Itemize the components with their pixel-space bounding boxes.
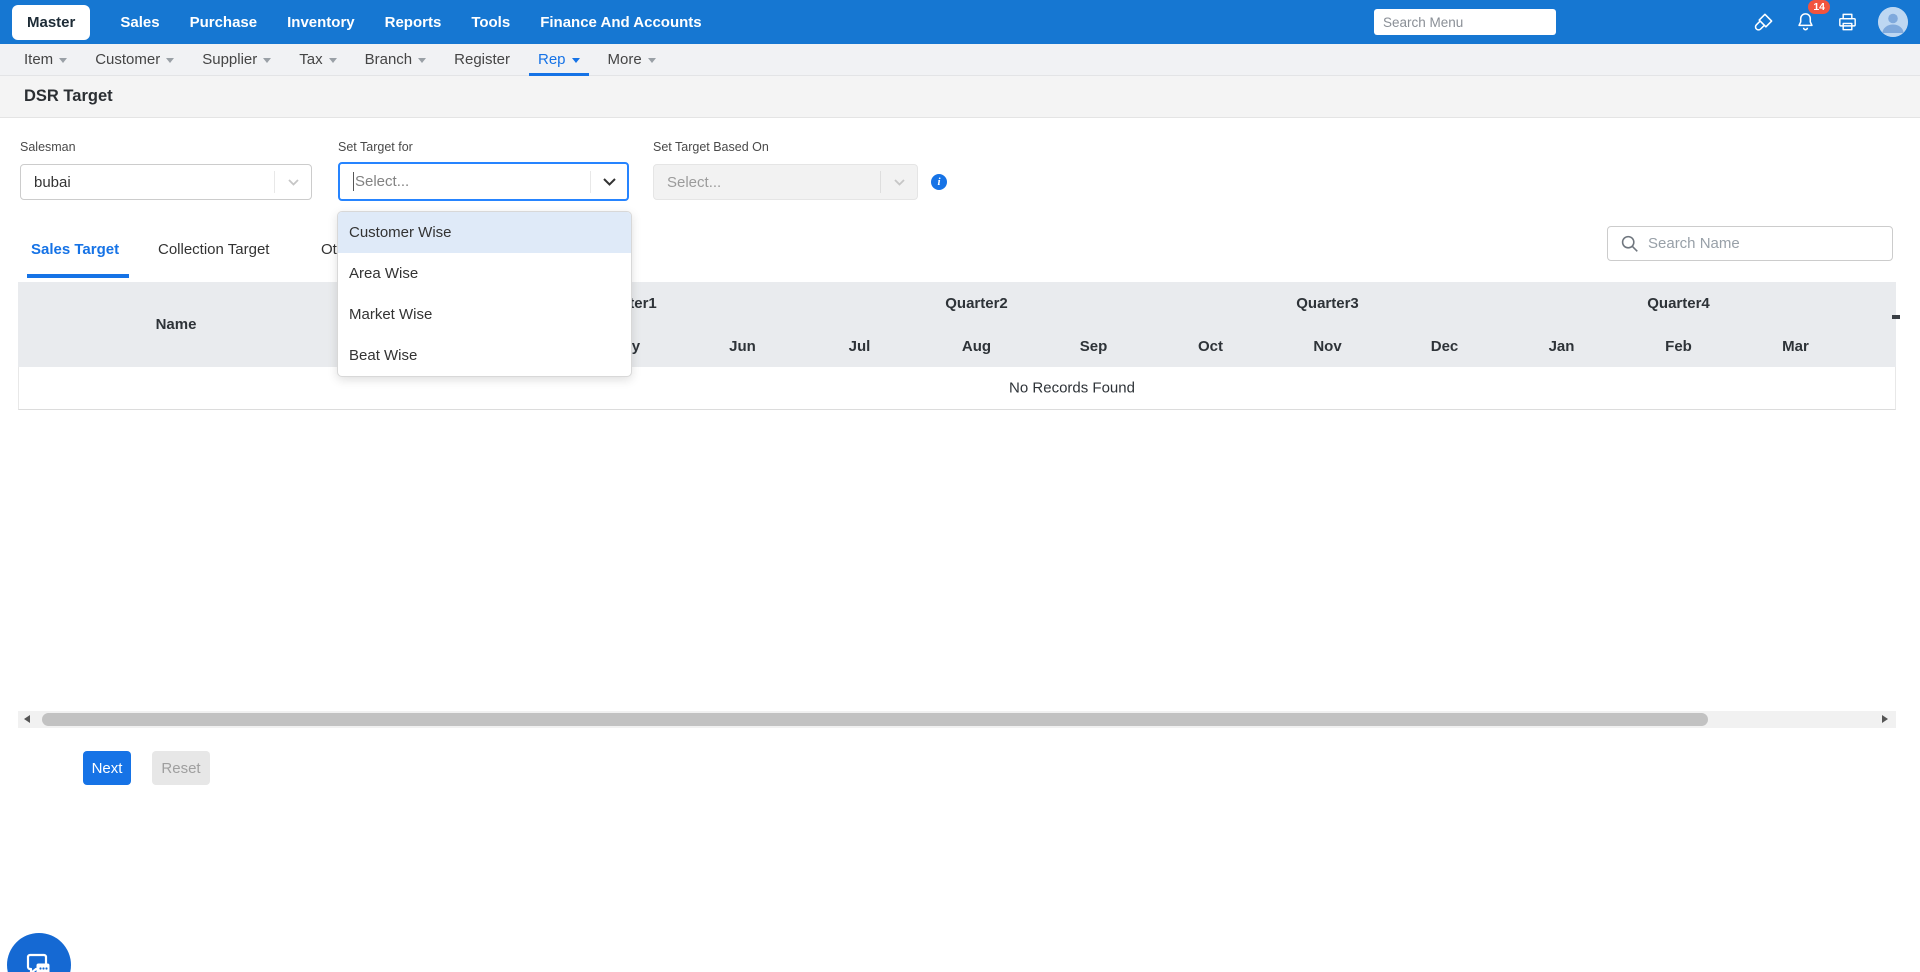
bell-icon[interactable]: 14 xyxy=(1794,0,1830,34)
chevron-down-icon xyxy=(275,178,311,186)
set-target-based-on-label: Set Target Based On xyxy=(653,140,769,154)
salesman-select[interactable]: bubai xyxy=(20,164,312,200)
set-target-for-select[interactable]: Select... xyxy=(338,162,629,201)
nav-item-tools[interactable]: Tools xyxy=(471,14,510,31)
subnav-item-label: Rep xyxy=(538,51,566,68)
chevron-down-icon xyxy=(881,178,917,186)
salesman-label: Salesman xyxy=(20,140,76,154)
active-tab-underline xyxy=(27,274,129,278)
column-header-quarter3: Quarter3 xyxy=(1296,295,1359,312)
sub-navigation: Item Customer Supplier Tax Branch Regist… xyxy=(0,44,1920,76)
nav-item-inventory[interactable]: Inventory xyxy=(287,14,355,31)
subnav-item-label: Tax xyxy=(299,51,323,68)
set-target-for-dropdown-menu: Customer Wise Area Wise Market Wise Beat… xyxy=(337,211,632,377)
chevron-down-icon xyxy=(647,58,656,63)
subnav-item-tax[interactable]: Tax xyxy=(285,44,350,75)
chevron-down-icon xyxy=(571,58,580,63)
chevron-down-icon xyxy=(328,58,337,63)
subnav-item-label: Customer xyxy=(95,51,161,68)
paintbrush-icon[interactable] xyxy=(1752,11,1775,34)
reset-button[interactable]: Reset xyxy=(152,751,210,785)
table-header: Name Quarter1 Quarter2 Quarter3 Quarter4… xyxy=(18,282,1896,367)
chevron-down-icon xyxy=(166,58,175,63)
nav-item-finance-and-accounts[interactable]: Finance And Accounts xyxy=(540,14,701,31)
no-records-text: No Records Found xyxy=(1009,379,1135,397)
subnav-item-more[interactable]: More xyxy=(594,44,670,75)
column-header-quarter4: Quarter4 xyxy=(1647,295,1710,312)
nav-item-reports[interactable]: Reports xyxy=(385,14,442,31)
chevron-down-icon xyxy=(263,58,272,63)
column-header-quarter2: Quarter2 xyxy=(945,295,1008,312)
notification-badge: 14 xyxy=(1808,0,1830,14)
select-placeholder: Select... xyxy=(667,173,722,191)
nav-item-purchase[interactable]: Purchase xyxy=(190,14,258,31)
title-bar: DSR Target xyxy=(0,76,1920,118)
column-header-oct: Oct xyxy=(1197,337,1223,355)
select-placeholder: Select... xyxy=(355,173,410,190)
tab-other-target[interactable]: Ot xyxy=(321,241,337,258)
subnav-item-label: Supplier xyxy=(202,51,258,68)
column-header-jan: Jan xyxy=(1548,337,1575,355)
dropdown-option-area-wise[interactable]: Area Wise xyxy=(338,253,631,294)
dropdown-option-market-wise[interactable]: Market Wise xyxy=(338,294,631,335)
dropdown-option-customer-wise[interactable]: Customer Wise xyxy=(338,212,631,253)
chat-bubbles-icon xyxy=(26,953,50,972)
search-menu-input[interactable] xyxy=(1374,9,1556,35)
subnav-item-label: Register xyxy=(454,51,510,68)
salesman-value: bubai xyxy=(34,173,71,191)
subnav-item-label: Item xyxy=(24,51,54,68)
next-button[interactable]: Next xyxy=(83,751,131,785)
column-header-nov: Nov xyxy=(1313,337,1342,355)
tab-sales-target[interactable]: Sales Target xyxy=(31,241,119,258)
set-target-for-value: Select... xyxy=(340,172,590,191)
set-target-based-on-select: Select... xyxy=(653,164,918,200)
column-header-sep: Sep xyxy=(1079,337,1108,355)
chevron-down-icon xyxy=(418,58,427,63)
subnav-item-supplier[interactable]: Supplier xyxy=(188,44,285,75)
set-target-based-on-value: Select... xyxy=(654,174,880,191)
top-navigation: Master Sales Purchase Inventory Reports … xyxy=(0,0,1920,44)
topnav-right-cluster: 14 xyxy=(1374,0,1908,37)
page-title: DSR Target xyxy=(24,87,113,105)
set-target-for-label: Set Target for xyxy=(338,140,413,154)
tab-collection-target[interactable]: Collection Target xyxy=(158,241,269,258)
subnav-item-customer[interactable]: Customer xyxy=(81,44,188,75)
scrollbar-thumb[interactable] xyxy=(42,713,1708,726)
clipped-column-text-fragment xyxy=(1892,315,1900,319)
search-name-input[interactable] xyxy=(1648,227,1892,260)
printer-icon[interactable] xyxy=(1836,11,1859,34)
chevron-down-icon[interactable] xyxy=(591,177,627,186)
dsr-target-screen: Master Sales Purchase Inventory Reports … xyxy=(0,0,1920,972)
subnav-item-item[interactable]: Item xyxy=(10,44,81,75)
subnav-item-label: More xyxy=(607,51,642,68)
subnav-item-register[interactable]: Register xyxy=(440,44,524,75)
search-icon xyxy=(1621,235,1638,252)
nav-item-sales[interactable]: Sales xyxy=(120,14,159,31)
topnav-icons: 14 xyxy=(1752,0,1908,37)
column-header-dec: Dec xyxy=(1430,337,1459,355)
month-header-row: Apr May Jun Jul Aug Sep Oct Nov Dec Jan … xyxy=(450,325,1854,367)
avatar[interactable] xyxy=(1878,7,1908,37)
table-empty-row: No Records Found xyxy=(18,367,1896,410)
dropdown-option-beat-wise[interactable]: Beat Wise xyxy=(338,335,631,376)
column-header-jun: Jun xyxy=(729,337,756,355)
scroll-right-arrow[interactable] xyxy=(1882,715,1888,723)
scroll-left-arrow[interactable] xyxy=(24,715,30,723)
text-cursor xyxy=(353,172,354,191)
search-name-box xyxy=(1607,226,1893,261)
horizontal-scrollbar[interactable] xyxy=(18,711,1896,728)
chevron-down-icon xyxy=(59,58,68,63)
subnav-item-branch[interactable]: Branch xyxy=(351,44,441,75)
info-icon[interactable]: i xyxy=(931,174,947,190)
column-header-aug: Aug xyxy=(961,337,992,355)
column-header-jul: Jul xyxy=(848,337,871,355)
subnav-item-rep[interactable]: Rep xyxy=(524,44,594,76)
nav-item-master[interactable]: Master xyxy=(12,4,91,40)
column-header-mar: Mar xyxy=(1782,337,1809,355)
quarter-header-row: Quarter1 Quarter2 Quarter3 Quarter4 xyxy=(450,282,1854,325)
chat-widget-button[interactable] xyxy=(7,933,71,972)
subnav-item-label: Branch xyxy=(364,51,413,68)
column-header-feb: Feb xyxy=(1665,337,1692,355)
